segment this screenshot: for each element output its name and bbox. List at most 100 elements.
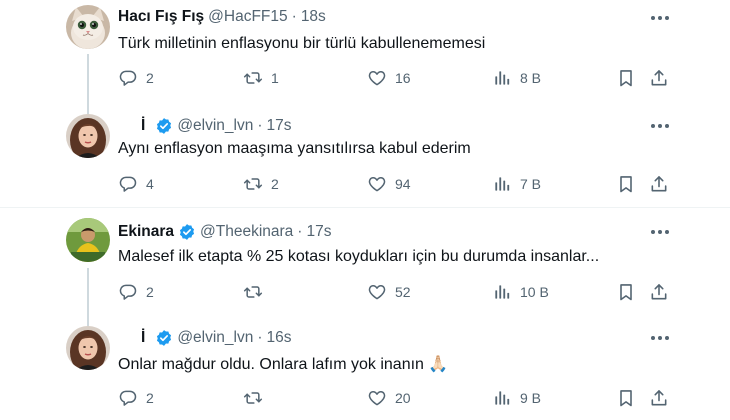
bookmark-icon bbox=[616, 282, 636, 302]
more-icon[interactable] bbox=[648, 328, 672, 348]
thread-line bbox=[87, 316, 89, 326]
share-icon bbox=[649, 68, 669, 88]
like-button[interactable]: 16 bbox=[367, 66, 411, 90]
action-bar: 2 1 16 8 B bbox=[0, 66, 730, 90]
heart-icon bbox=[367, 174, 387, 194]
display-name[interactable]: Ekinara bbox=[118, 223, 174, 241]
display-name[interactable]: İ bbox=[141, 117, 145, 135]
bookmark-button[interactable] bbox=[616, 280, 636, 304]
retweet-button[interactable] bbox=[243, 280, 263, 304]
tweet[interactable]: İ @elvin_lvn · 17s Aynı enflasyon maaşım… bbox=[0, 108, 730, 206]
views-button[interactable]: 8 B bbox=[492, 66, 541, 90]
tweet-text: Türk milletinin enflasyonu bir türlü kab… bbox=[118, 35, 486, 52]
views-button[interactable]: 10 B bbox=[492, 280, 549, 304]
timestamp[interactable]: 16s bbox=[267, 329, 292, 347]
retweet-button[interactable] bbox=[243, 386, 263, 410]
retweet-button[interactable]: 1 bbox=[243, 66, 279, 90]
reply-button[interactable]: 4 bbox=[118, 172, 154, 196]
like-button[interactable]: 94 bbox=[367, 172, 411, 196]
reply-count: 2 bbox=[146, 390, 154, 406]
retweet-icon bbox=[243, 68, 263, 88]
tweet[interactable]: Ekinara @Theekinara · 17s Malesef ilk et… bbox=[0, 208, 730, 316]
views-count: 7 B bbox=[520, 176, 542, 192]
tweet-header: İ @elvin_lvn · 17s bbox=[118, 116, 292, 136]
user-handle[interactable]: @Theekinara bbox=[200, 223, 293, 241]
reply-count: 4 bbox=[146, 176, 154, 192]
timestamp[interactable]: 17s bbox=[306, 223, 331, 241]
tweet-header: İ @elvin_lvn · 16s bbox=[118, 328, 292, 348]
reply-icon bbox=[118, 282, 138, 302]
reply-icon bbox=[118, 388, 138, 408]
user-handle[interactable]: @elvin_lvn bbox=[177, 117, 253, 135]
views-button[interactable]: 7 B bbox=[492, 172, 541, 196]
tweet-text: Aynı enflasyon maaşıma yansıtılırsa kabu… bbox=[118, 140, 471, 157]
verified-badge-icon bbox=[155, 329, 173, 347]
heart-icon bbox=[367, 388, 387, 408]
bookmark-button[interactable] bbox=[616, 386, 636, 410]
tweet[interactable]: Hacı Fış Fış @HacFF15 · 18s Türk milleti… bbox=[0, 0, 730, 108]
bookmark-button[interactable] bbox=[616, 66, 636, 90]
like-count: 94 bbox=[395, 176, 411, 192]
action-bar: 2 20 9 B bbox=[0, 386, 730, 410]
retweet-icon bbox=[243, 388, 263, 408]
views-button[interactable]: 9 B bbox=[492, 386, 541, 410]
avatar-ekinara[interactable] bbox=[66, 218, 110, 262]
reply-count: 2 bbox=[146, 284, 154, 300]
share-icon bbox=[649, 282, 669, 302]
like-count: 52 bbox=[395, 284, 411, 300]
user-handle[interactable]: @elvin_lvn bbox=[177, 329, 253, 347]
reply-count: 2 bbox=[146, 70, 154, 86]
display-name[interactable]: Hacı Fış Fış bbox=[118, 8, 204, 26]
retweet-icon bbox=[243, 282, 263, 302]
like-button[interactable]: 20 bbox=[367, 386, 411, 410]
more-icon[interactable] bbox=[648, 116, 672, 136]
retweet-count: 2 bbox=[271, 176, 279, 192]
views-count: 9 B bbox=[520, 390, 542, 406]
reply-icon bbox=[118, 174, 138, 194]
reply-icon bbox=[118, 68, 138, 88]
bookmark-icon bbox=[616, 174, 636, 194]
avatar-woman[interactable] bbox=[66, 114, 110, 158]
tweet[interactable]: İ @elvin_lvn · 16s Onlar mağdur oldu. On… bbox=[0, 316, 730, 420]
separator-dot: · bbox=[291, 8, 297, 25]
tweet-text: Malesef ilk etapta % 25 kotası koyduklar… bbox=[118, 248, 600, 265]
reply-button[interactable]: 2 bbox=[118, 66, 154, 90]
retweet-icon bbox=[243, 174, 263, 194]
action-bar: 2 52 10 B bbox=[0, 280, 730, 304]
share-button[interactable] bbox=[649, 280, 669, 304]
bookmark-button[interactable] bbox=[616, 172, 636, 196]
separator-dot: · bbox=[257, 329, 263, 346]
tweet-header: Ekinara @Theekinara · 17s bbox=[118, 222, 331, 242]
like-count: 20 bbox=[395, 390, 411, 406]
views-icon bbox=[492, 282, 512, 302]
more-icon[interactable] bbox=[648, 222, 672, 242]
separator-dot: · bbox=[257, 117, 263, 134]
share-icon bbox=[649, 388, 669, 408]
verified-badge-icon bbox=[178, 223, 196, 241]
retweet-count: 1 bbox=[271, 70, 279, 86]
avatar-cat[interactable] bbox=[66, 5, 110, 49]
user-handle[interactable]: @HacFF15 bbox=[208, 8, 287, 26]
share-button[interactable] bbox=[649, 66, 669, 90]
timestamp[interactable]: 18s bbox=[301, 8, 326, 26]
like-count: 16 bbox=[395, 70, 411, 86]
tweet-text: Onlar mağdur oldu. Onlara lafım yok inan… bbox=[118, 356, 449, 373]
separator-dot: · bbox=[297, 223, 303, 240]
share-button[interactable] bbox=[649, 172, 669, 196]
reply-button[interactable]: 2 bbox=[118, 386, 154, 410]
display-name[interactable]: İ bbox=[141, 329, 145, 347]
timestamp[interactable]: 17s bbox=[267, 117, 292, 135]
reply-button[interactable]: 2 bbox=[118, 280, 154, 304]
avatar-woman[interactable] bbox=[66, 326, 110, 370]
action-bar: 4 2 94 7 B bbox=[0, 172, 730, 196]
share-button[interactable] bbox=[649, 386, 669, 410]
views-count: 8 B bbox=[520, 70, 542, 86]
tweet-header: Hacı Fış Fış @HacFF15 · 18s bbox=[118, 7, 326, 27]
verified-badge-icon bbox=[155, 117, 173, 135]
more-icon[interactable] bbox=[648, 8, 672, 28]
bookmark-icon bbox=[616, 68, 636, 88]
views-icon bbox=[492, 174, 512, 194]
share-icon bbox=[649, 174, 669, 194]
retweet-button[interactable]: 2 bbox=[243, 172, 279, 196]
like-button[interactable]: 52 bbox=[367, 280, 411, 304]
